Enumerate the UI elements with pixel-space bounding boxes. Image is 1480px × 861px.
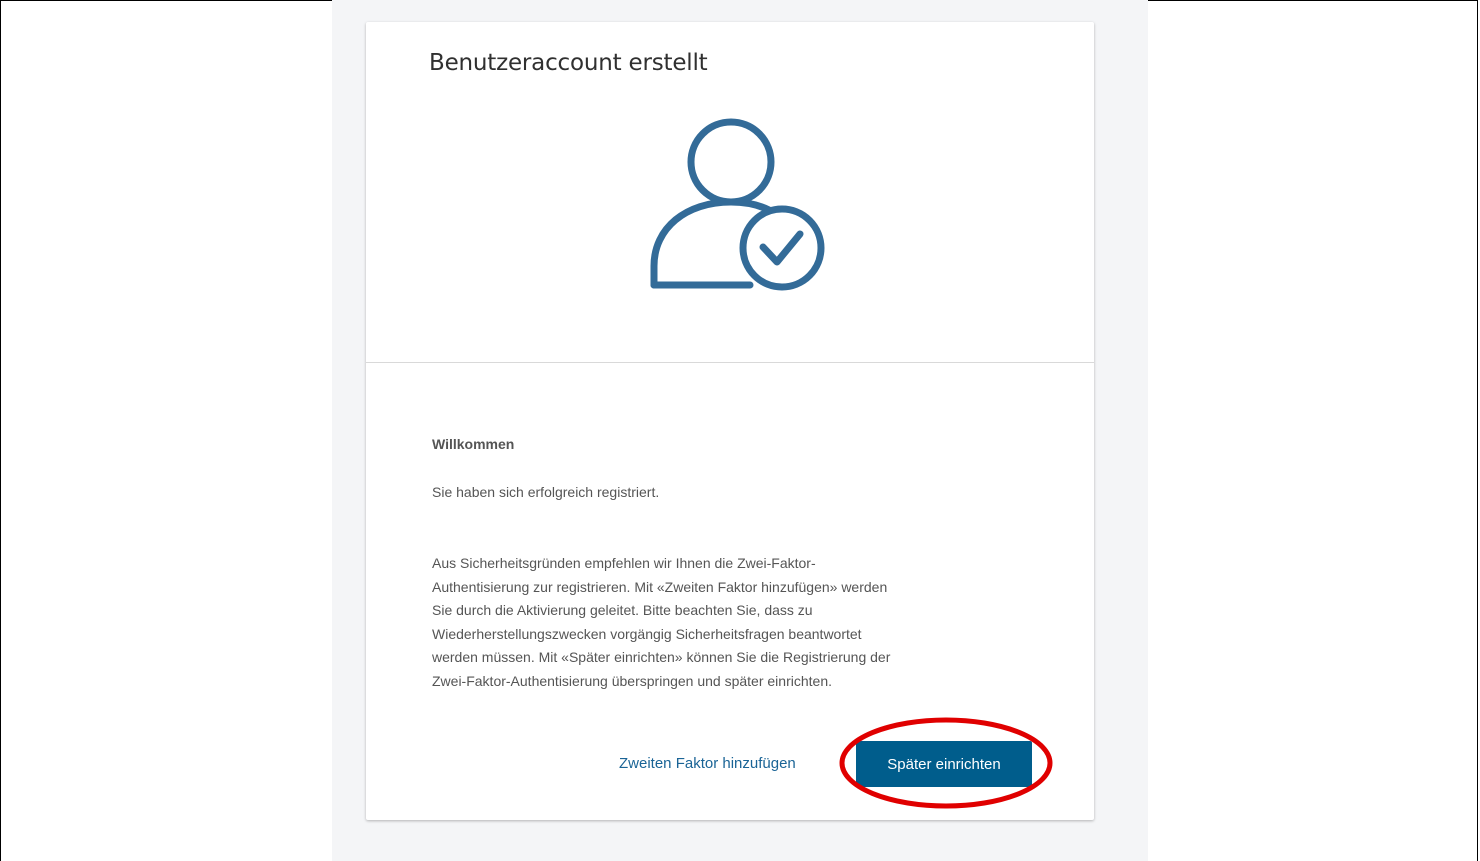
account-created-card: Benutzeraccount erstellt Willkommen Sie … — [366, 22, 1094, 820]
info-line: Authentisierung zur registrieren. Mit «Z… — [432, 578, 888, 595]
info-line: Zwei-Faktor-Authentisierung überspringen… — [432, 672, 832, 689]
add-second-factor-button[interactable]: Zweiten Faktor hinzufügen — [619, 755, 796, 772]
info-line: Wiederherstellungszwecken vorgängig Sich… — [432, 625, 862, 642]
user-check-icon — [650, 118, 825, 291]
setup-later-button[interactable]: Später einrichten — [856, 741, 1032, 787]
two-factor-info-text: Aus Sicherheitsgründen empfehlen wir Ihn… — [432, 552, 1032, 693]
info-line: Aus Sicherheitsgründen empfehlen wir Ihn… — [432, 555, 816, 571]
page-title: Benutzeraccount erstellt — [429, 50, 708, 76]
welcome-heading: Willkommen — [432, 436, 515, 452]
success-message: Sie haben sich erfolgreich registriert. — [432, 484, 660, 500]
info-line: werden müssen. Mit «Später einrichten» k… — [432, 649, 891, 665]
info-line: Sie durch die Aktivierung geleitet. Bitt… — [432, 602, 813, 618]
card-header-section: Benutzeraccount erstellt — [366, 22, 1094, 363]
